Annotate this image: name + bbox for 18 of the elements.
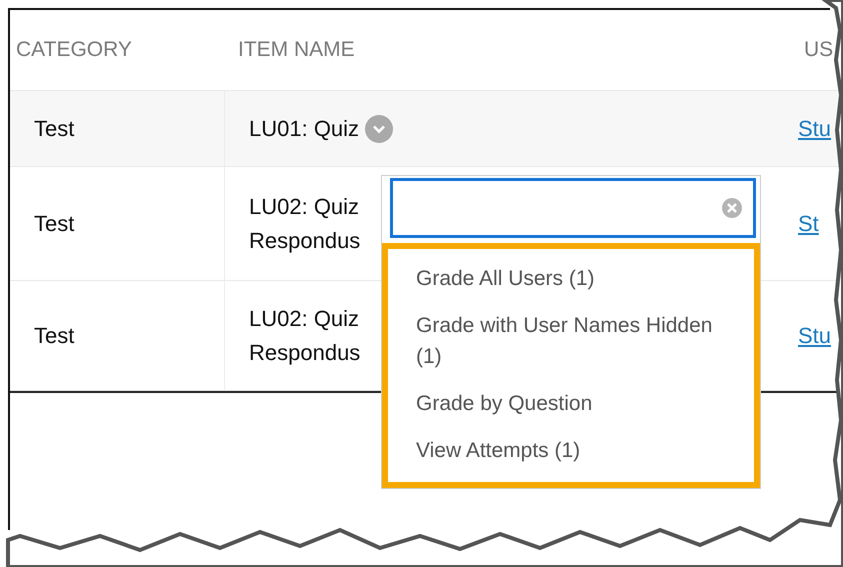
user-link[interactable]: Stu [798, 322, 832, 348]
item-name: LU02: Quiz Respondus [249, 192, 362, 255]
item-name: LU01: Quiz [249, 114, 360, 142]
search-field[interactable] [390, 178, 756, 238]
table-cell-text: Test [34, 114, 74, 142]
menu-item[interactable]: View Attempts (1) [388, 427, 754, 474]
column-header: ITEM NAME [238, 38, 355, 62]
user-link[interactable]: St [798, 210, 819, 236]
menu-item[interactable]: Grade by Question [388, 380, 754, 427]
column-header: US [804, 38, 834, 62]
table-cell-text: Test [34, 210, 74, 238]
column-header: CATEGORY [16, 38, 132, 62]
clear-icon[interactable] [721, 197, 743, 219]
menu-toggle-button[interactable] [365, 114, 394, 142]
item-name: LU02: Quiz Respondus [249, 304, 362, 367]
menu-item[interactable]: Grade with User Names Hidden (1) [388, 302, 754, 380]
table-cell-text: Test [34, 322, 74, 350]
menu-item[interactable]: Grade All Users (1) [388, 255, 754, 302]
